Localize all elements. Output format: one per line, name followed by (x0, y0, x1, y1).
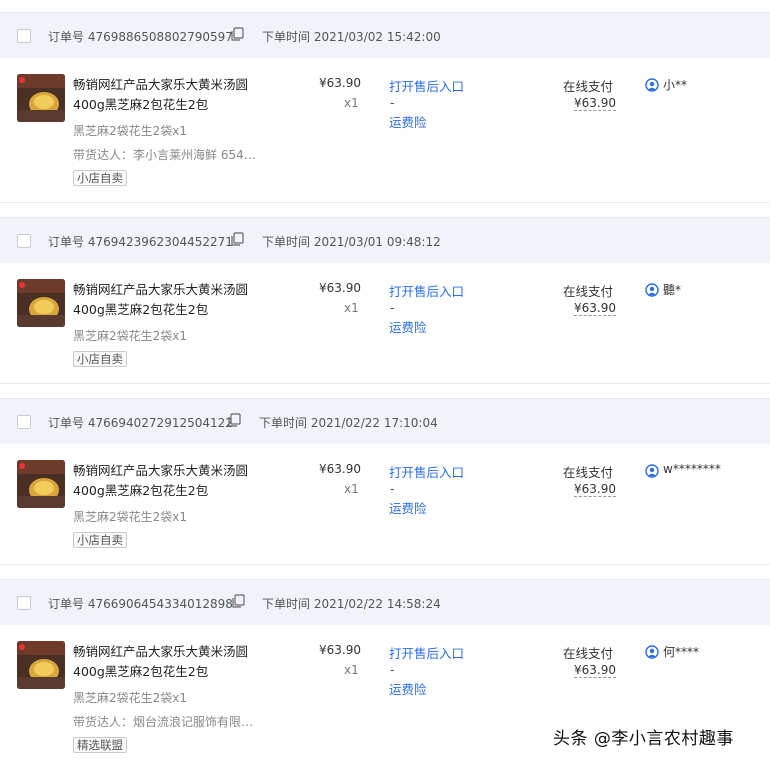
aftersale-link[interactable]: 打开售后入口 (389, 462, 464, 481)
unit-price: ¥63.90 (319, 281, 361, 295)
buyer-name[interactable]: w******** (663, 462, 721, 476)
order-time-label: 下单时间 (259, 416, 308, 430)
payment-method: 在线支付 (563, 79, 614, 94)
order-time-label: 下单时间 (262, 597, 311, 611)
buyer-name[interactable]: 何**** (663, 643, 699, 660)
order-number-value: 4769886508802790597 (87, 30, 233, 44)
order-number-value: 4769423962304452271 (87, 235, 233, 249)
order-checkbox[interactable] (17, 596, 31, 610)
payment-amount[interactable]: ¥63.90 (574, 663, 616, 678)
product-title[interactable]: 畅销网红产品大家乐大黄米汤圆400g黑芝麻2包花生2包 (73, 642, 273, 682)
order-time-value: 2021/02/22 14:58:24 (313, 597, 441, 611)
divider (0, 202, 770, 203)
order-number-label: 订单号 (48, 416, 85, 430)
product-thumbnail[interactable] (17, 641, 65, 689)
promoter-text: 带货达人：李小言莱州海鲜 654… (73, 148, 256, 162)
divider (0, 564, 770, 565)
aftersale-status: - (390, 301, 395, 315)
order-time: 下单时间 2021/03/02 15:42:00 (262, 28, 441, 45)
quantity: x1 (344, 301, 359, 315)
buyer-name[interactable]: 小** (663, 76, 687, 93)
shop-tag: 小店自卖 (73, 170, 127, 186)
copy-icon[interactable] (230, 27, 244, 42)
product-title[interactable]: 畅销网红产品大家乐大黄米汤圆400g黑芝麻2包花生2包 (73, 280, 273, 320)
buyer-avatar-icon (645, 78, 659, 92)
aftersale-link[interactable]: 打开售后入口 (389, 76, 464, 95)
payment-method: 在线支付 (563, 465, 614, 480)
order-checkbox[interactable] (17, 29, 31, 43)
payment-method: 在线支付 (563, 646, 614, 661)
quantity: x1 (344, 482, 359, 496)
buyer-avatar-icon (645, 645, 659, 659)
shop-tag: 小店自卖 (73, 532, 127, 548)
order-card: 订单号 4769886508802790597 下单时间 2021/03/02 … (0, 12, 770, 202)
product-thumbnail[interactable] (17, 279, 65, 327)
promoter-text: 带货达人：烟台流浪记服饰有限… (73, 715, 254, 729)
unit-price: ¥63.90 (319, 76, 361, 90)
order-number: 订单号 4769423962304452271 (48, 233, 233, 250)
payment-amount[interactable]: ¥63.90 (574, 96, 616, 111)
quantity: x1 (344, 663, 359, 677)
unit-price: ¥63.90 (319, 643, 361, 657)
copy-icon[interactable] (231, 594, 245, 609)
watermark-text: 头条 @李小言农村趣事 (553, 729, 734, 749)
order-number-label: 订单号 (48, 235, 85, 249)
aftersale-link[interactable]: 打开售后入口 (389, 643, 464, 662)
insurance-link[interactable]: 运费险 (389, 112, 427, 131)
copy-icon[interactable] (227, 413, 241, 428)
order-header: 订单号 4769423962304452271 下单时间 2021/03/01 … (0, 217, 770, 263)
order-time-label: 下单时间 (262, 235, 311, 249)
order-time-value: 2021/03/01 09:48:12 (313, 235, 441, 249)
unit-price: ¥63.90 (319, 462, 361, 476)
aftersale-status: - (390, 663, 395, 677)
payment-amount[interactable]: ¥63.90 (574, 482, 616, 497)
order-number: 订单号 4766940272912504122 (48, 414, 233, 431)
product-spec: 黑芝麻2袋花生2袋x1 (73, 329, 188, 343)
order-time: 下单时间 2021/02/22 17:10:04 (259, 414, 438, 431)
product-spec: 黑芝麻2袋花生2袋x1 (73, 691, 188, 705)
order-checkbox[interactable] (17, 415, 31, 429)
aftersale-status: - (390, 482, 395, 496)
insurance-link[interactable]: 运费险 (389, 679, 427, 698)
payment-method: 在线支付 (563, 284, 614, 299)
order-number: 订单号 4766906454334012898 (48, 595, 233, 612)
order-time-value: 2021/02/22 17:10:04 (310, 416, 438, 430)
order-time: 下单时间 2021/02/22 14:58:24 (262, 595, 441, 612)
product-spec: 黑芝麻2袋花生2袋x1 (73, 510, 188, 524)
order-number-value: 4766940272912504122 (87, 416, 233, 430)
shop-tag: 小店自卖 (73, 351, 127, 367)
order-header: 订单号 4766940272912504122 下单时间 2021/02/22 … (0, 398, 770, 444)
copy-icon[interactable] (230, 232, 244, 247)
buyer-avatar-icon (645, 464, 659, 478)
order-card: 订单号 4766940272912504122 下单时间 2021/02/22 … (0, 398, 770, 564)
order-time-value: 2021/03/02 15:42:00 (313, 30, 441, 44)
product-spec: 黑芝麻2袋花生2袋x1 (73, 124, 188, 138)
product-title[interactable]: 畅销网红产品大家乐大黄米汤圆400g黑芝麻2包花生2包 (73, 461, 273, 501)
insurance-link[interactable]: 运费险 (389, 498, 427, 517)
product-thumbnail[interactable] (17, 74, 65, 122)
quantity: x1 (344, 96, 359, 110)
order-header: 订单号 4769886508802790597 下单时间 2021/03/02 … (0, 12, 770, 58)
order-card: 订单号 4769423962304452271 下单时间 2021/03/01 … (0, 217, 770, 383)
order-number-label: 订单号 (48, 597, 85, 611)
divider (0, 383, 770, 384)
buyer-avatar-icon (645, 283, 659, 297)
order-number-label: 订单号 (48, 30, 85, 44)
order-time: 下单时间 2021/03/01 09:48:12 (262, 233, 441, 250)
order-checkbox[interactable] (17, 234, 31, 248)
insurance-link[interactable]: 运费险 (389, 317, 427, 336)
shop-tag: 精选联盟 (73, 737, 127, 753)
product-title[interactable]: 畅销网红产品大家乐大黄米汤圆400g黑芝麻2包花生2包 (73, 75, 273, 115)
order-number: 订单号 4769886508802790597 (48, 28, 233, 45)
order-number-value: 4766906454334012898 (87, 597, 233, 611)
buyer-name[interactable]: 聽* (663, 281, 681, 298)
aftersale-status: - (390, 96, 395, 110)
payment-amount[interactable]: ¥63.90 (574, 301, 616, 316)
aftersale-link[interactable]: 打开售后入口 (389, 281, 464, 300)
product-thumbnail[interactable] (17, 460, 65, 508)
order-time-label: 下单时间 (262, 30, 311, 44)
order-header: 订单号 4766906454334012898 下单时间 2021/02/22 … (0, 579, 770, 625)
